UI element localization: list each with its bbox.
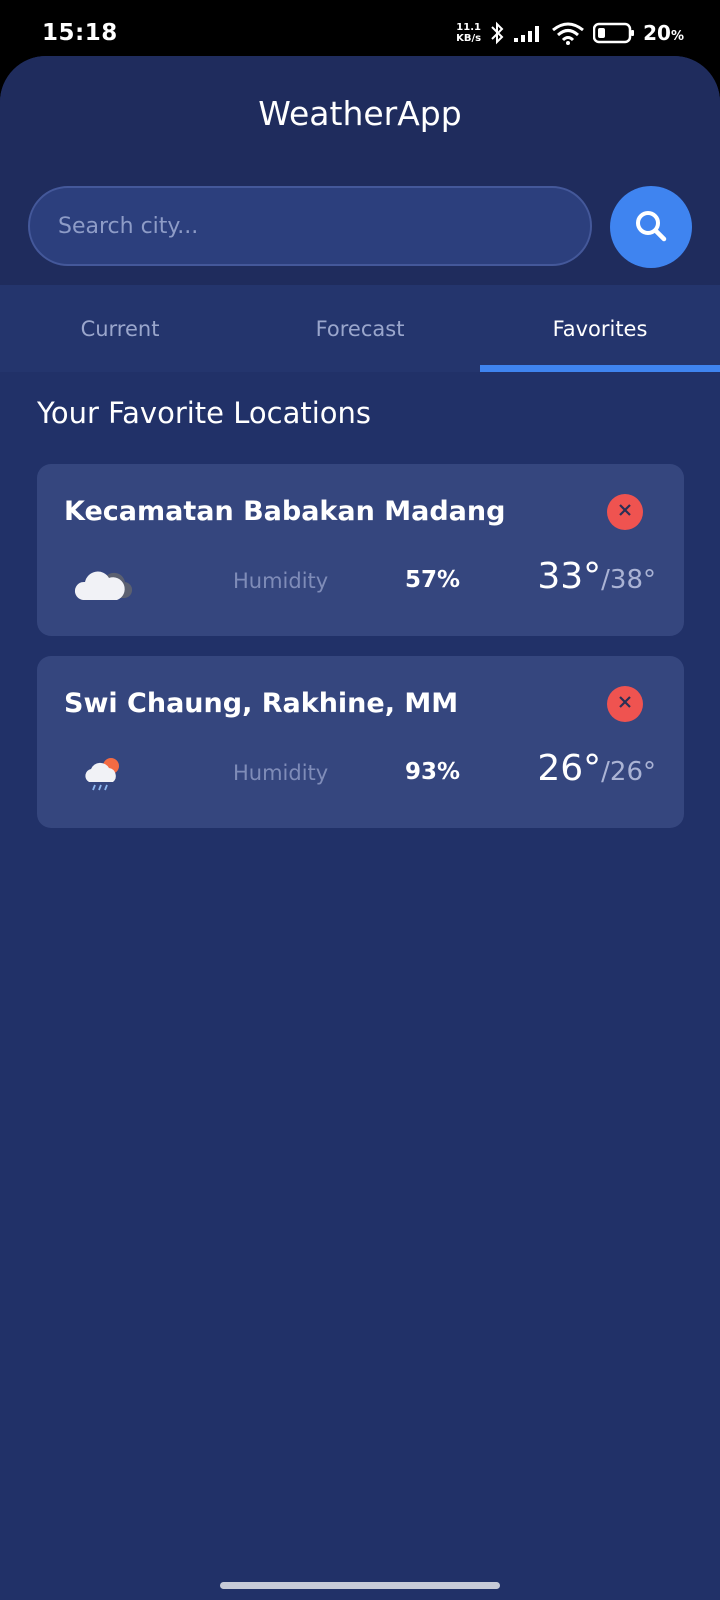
location-name: Swi Chaung, Rakhine, MM: [64, 688, 459, 719]
close-icon: [617, 694, 633, 714]
network-speed-unit: KB/s: [456, 33, 482, 44]
humidity-label: Humidity: [233, 569, 329, 593]
home-indicator[interactable]: [220, 1582, 500, 1589]
battery-icon: [593, 22, 635, 44]
tab-favorites[interactable]: Favorites: [480, 285, 720, 372]
humidity-value: 57%: [405, 567, 461, 593]
temperature-max: 38°: [609, 565, 656, 595]
search-input[interactable]: [28, 186, 592, 266]
location-name: Kecamatan Babakan Madang: [64, 496, 506, 527]
search-icon: [632, 207, 670, 248]
temperature-separator: /: [601, 757, 610, 787]
favorite-card[interactable]: Swi Chaung, Rakhine, MM Humidity 93% 26°…: [37, 656, 684, 828]
temperature: 33° / 38°: [537, 556, 656, 597]
network-speed: 11.1 KB/s: [456, 22, 481, 44]
cloudy-icon: [73, 560, 133, 604]
favorite-card[interactable]: Kecamatan Babakan Madang Humidity 57% 33…: [37, 464, 684, 636]
status-time: 15:18: [42, 20, 118, 46]
status-bar: 15:18 11.1 KB/s 20%: [0, 0, 720, 62]
close-icon: [617, 502, 633, 522]
network-speed-value: 11.1: [456, 22, 481, 33]
temperature-current: 33°: [537, 556, 602, 597]
temperature: 26° / 26°: [537, 748, 656, 789]
temperature-current: 26°: [537, 748, 602, 789]
rain-sun-icon: [73, 752, 133, 796]
battery-percent: 20%: [643, 21, 684, 45]
search-button[interactable]: [610, 186, 692, 268]
humidity-value: 93%: [405, 759, 461, 785]
weather-app: WeatherApp Current Forecast Favorites Yo…: [0, 56, 720, 1600]
app-header: WeatherApp: [0, 56, 720, 285]
favorites-title: Your Favorite Locations: [37, 396, 371, 430]
tab-current[interactable]: Current: [0, 285, 240, 372]
app-title: WeatherApp: [258, 94, 462, 133]
signal-icon: [513, 23, 543, 43]
remove-favorite-button[interactable]: [607, 494, 643, 530]
bluetooth-icon: [489, 21, 505, 45]
status-icons: 11.1 KB/s 20%: [456, 18, 684, 48]
tab-bar: Current Forecast Favorites: [0, 285, 720, 372]
wifi-icon: [551, 21, 585, 45]
temperature-max: 26°: [609, 757, 656, 787]
tab-forecast[interactable]: Forecast: [240, 285, 480, 372]
remove-favorite-button[interactable]: [607, 686, 643, 722]
humidity-label: Humidity: [233, 761, 329, 785]
temperature-separator: /: [601, 565, 610, 595]
